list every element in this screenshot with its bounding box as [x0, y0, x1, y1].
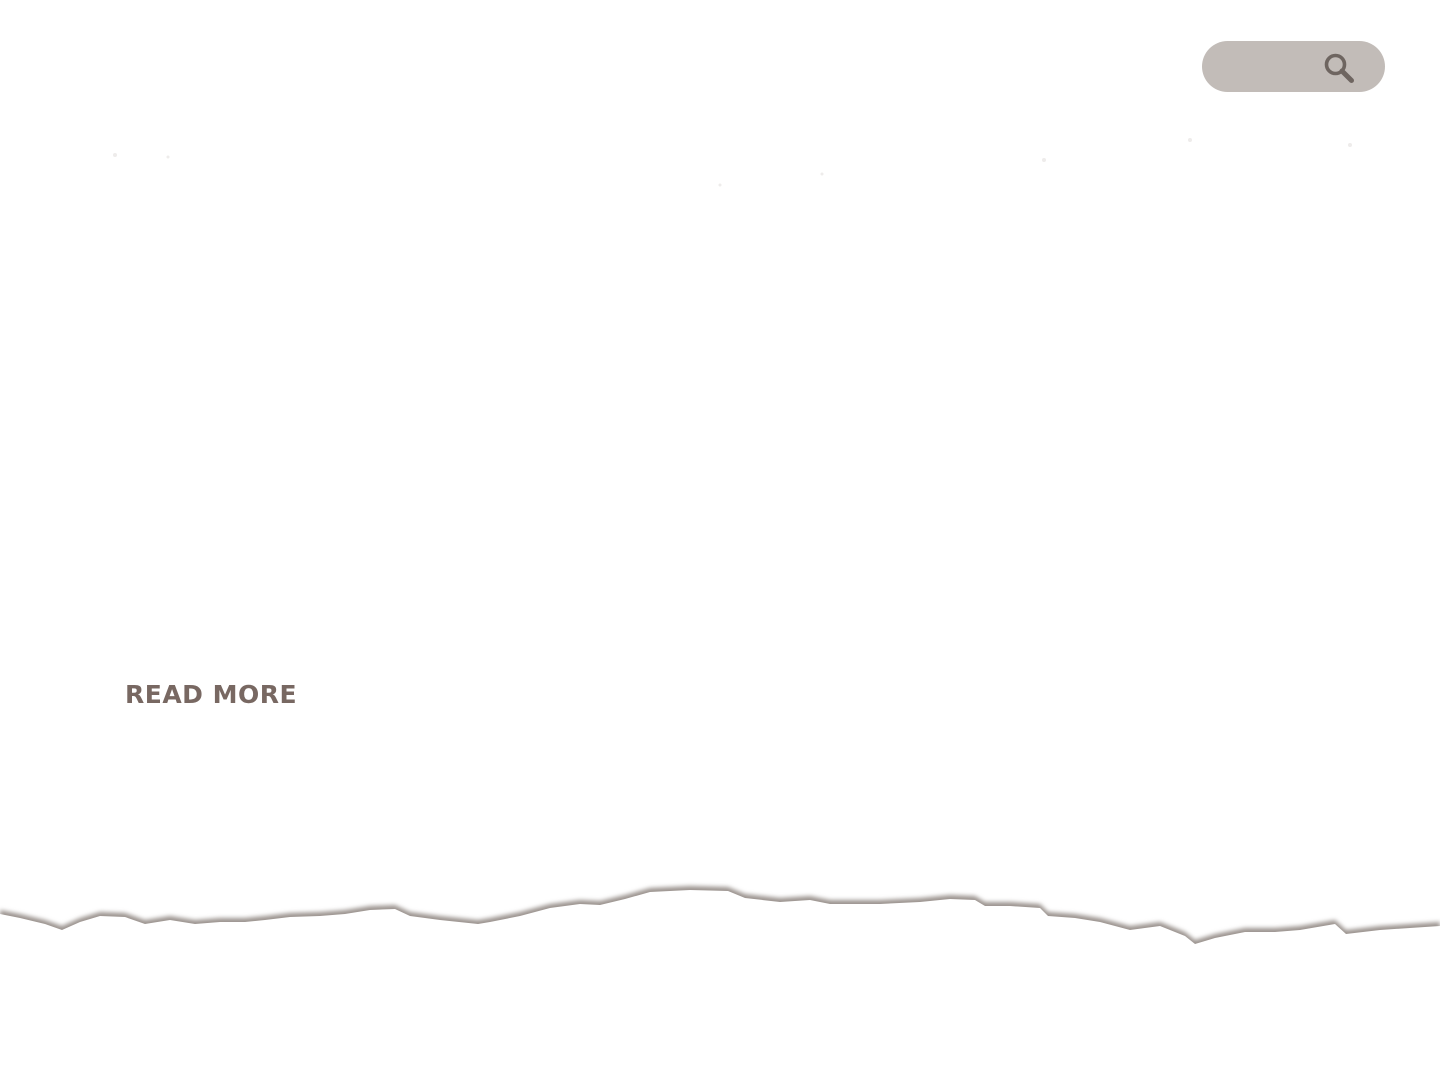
torn-paper-edge — [0, 886, 1440, 980]
search-icon[interactable] — [1323, 52, 1355, 84]
read-more-link[interactable]: READ MORE — [125, 680, 297, 709]
search-input[interactable] — [1220, 41, 1320, 92]
search-bar[interactable] — [1202, 41, 1385, 92]
paper-texture-speckles — [113, 138, 1352, 187]
page: READ MORE — [0, 0, 1440, 1077]
